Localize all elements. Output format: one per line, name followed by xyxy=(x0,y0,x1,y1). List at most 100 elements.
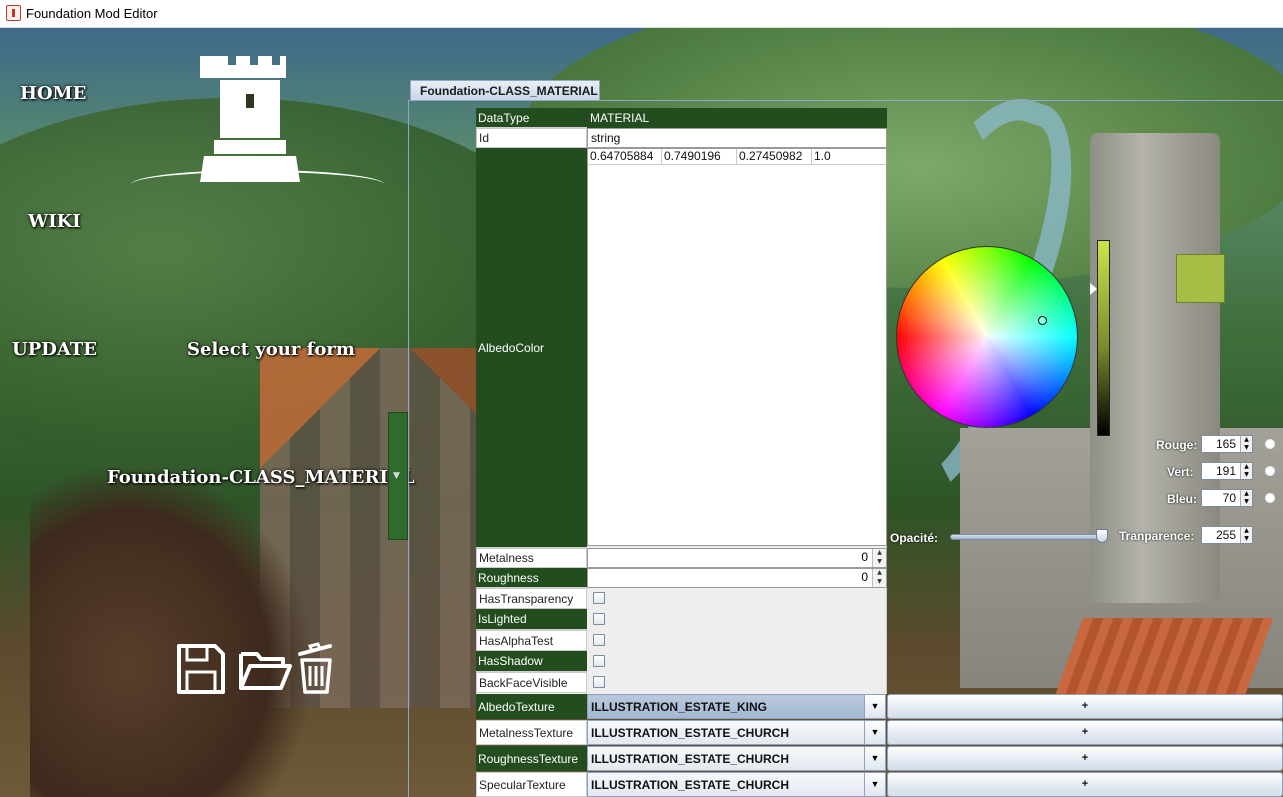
rouge-spinner[interactable]: 165 ▲ ▼ xyxy=(1201,435,1253,453)
spinner-down-icon[interactable]: ▼ xyxy=(873,578,886,587)
has-transparency-checkbox[interactable] xyxy=(593,592,605,604)
bleu-spinner[interactable]: 70 ▲ ▼ xyxy=(1201,489,1253,507)
roughness-spinner[interactable]: 0 ▲ ▼ xyxy=(587,568,887,588)
logo-horizon-arc xyxy=(130,170,385,200)
bleu-reset-icon[interactable] xyxy=(1264,492,1276,504)
tab-class-material[interactable]: Foundation-CLASS_MATERIAL xyxy=(410,80,600,100)
chevron-down-icon[interactable]: ▼ xyxy=(864,695,885,718)
specular-texture-select[interactable]: ILLUSTRATION_ESTATE_CHURCH ▼ xyxy=(587,772,886,797)
specular-texture-value: ILLUSTRATION_ESTATE_CHURCH xyxy=(591,778,789,792)
add-albedo-texture-button[interactable]: + xyxy=(887,694,1283,719)
property-table: DataType MATERIAL Id string AlbedoColor … xyxy=(476,108,887,694)
row-id: Id string xyxy=(476,128,887,148)
vert-spinner[interactable]: 191 ▲ ▼ xyxy=(1201,462,1253,480)
trash-icon[interactable] xyxy=(296,642,336,696)
row-metalness: Metalness 0 ▲ ▼ xyxy=(476,548,887,568)
roughness-texture-value: ILLUSTRATION_ESTATE_CHURCH xyxy=(591,752,789,766)
chevron-down-icon: ▼ xyxy=(393,471,400,481)
spinner-up-icon[interactable]: ▲ xyxy=(1241,527,1252,535)
chevron-down-icon[interactable]: ▼ xyxy=(864,747,885,770)
albedo-texture-value: ILLUSTRATION_ESTATE_KING xyxy=(591,700,768,714)
spinner-up-icon[interactable]: ▲ xyxy=(1241,436,1252,444)
color-wheel-marker[interactable] xyxy=(1038,316,1047,325)
albedo-b-cell[interactable]: 0.27450982 xyxy=(737,149,812,164)
color-preview-swatch xyxy=(1176,254,1225,303)
add-roughness-texture-button[interactable]: + xyxy=(887,746,1283,771)
tab-separator xyxy=(408,100,1283,101)
transparence-spinner[interactable]: 255 ▲ ▼ xyxy=(1201,526,1253,544)
has-alpha-test-checkbox[interactable] xyxy=(593,634,605,646)
row-specular-texture: SpecularTexture ILLUSTRATION_ESTATE_CHUR… xyxy=(476,772,1283,797)
spinner-up-icon[interactable]: ▲ xyxy=(1241,463,1252,471)
floppy-disk-icon[interactable] xyxy=(175,642,227,696)
window-title-bar: Foundation Mod Editor xyxy=(0,0,1283,28)
nav-update[interactable]: UPDATE xyxy=(12,339,97,360)
albedo-texture-select[interactable]: ILLUSTRATION_ESTATE_KING ▼ xyxy=(587,694,886,719)
row-datatype: DataType MATERIAL xyxy=(476,108,887,128)
row-albedo-color: AlbedoColor 0.64705884 0.7490196 0.27450… xyxy=(476,148,887,548)
panel-border xyxy=(408,100,409,797)
select-form-label: Select your form xyxy=(187,339,355,360)
spinner-down-icon[interactable]: ▼ xyxy=(873,558,886,567)
is-lighted-label: IsLighted xyxy=(476,609,587,630)
row-has-shadow: HasShadow xyxy=(476,651,887,672)
spinner-down-icon[interactable]: ▼ xyxy=(1241,444,1252,452)
roughness-texture-label: RoughnessTexture xyxy=(476,746,587,771)
backface-visible-label: BackFaceVisible xyxy=(476,672,587,693)
row-is-lighted: IsLighted xyxy=(476,609,887,630)
has-shadow-checkbox[interactable] xyxy=(593,655,605,667)
window-title: Foundation Mod Editor xyxy=(26,6,158,21)
albedo-color-table[interactable]: 0.64705884 0.7490196 0.27450982 1.0 xyxy=(587,148,887,546)
has-shadow-label: HasShadow xyxy=(476,651,587,672)
brightness-thumb[interactable] xyxy=(1090,283,1097,295)
chevron-down-icon[interactable]: ▼ xyxy=(864,721,885,744)
vert-value: 191 xyxy=(1215,464,1236,478)
spinner-down-icon[interactable]: ▼ xyxy=(1241,535,1252,543)
albedo-r-cell[interactable]: 0.64705884 xyxy=(588,149,662,164)
albedo-g-cell[interactable]: 0.7490196 xyxy=(662,149,737,164)
chevron-down-icon[interactable]: ▼ xyxy=(864,773,885,796)
id-field[interactable]: string xyxy=(587,128,887,148)
form-select-value[interactable]: Foundation-CLASS_MATERIAL xyxy=(107,467,415,488)
row-albedo-texture: AlbedoTexture ILLUSTRATION_ESTATE_KING ▼… xyxy=(476,694,1283,719)
backface-visible-checkbox[interactable] xyxy=(593,676,605,688)
id-label: Id xyxy=(476,128,587,148)
specular-texture-label: SpecularTexture xyxy=(476,772,587,797)
metalness-texture-select[interactable]: ILLUSTRATION_ESTATE_CHURCH ▼ xyxy=(587,720,886,745)
add-metalness-texture-button[interactable]: + xyxy=(887,720,1283,745)
opacity-slider[interactable] xyxy=(950,534,1108,540)
color-wheel[interactable] xyxy=(896,246,1078,428)
spinner-down-icon[interactable]: ▼ xyxy=(1241,498,1252,506)
row-has-transparency: HasTransparency xyxy=(476,588,887,609)
vert-reset-icon[interactable] xyxy=(1264,465,1276,477)
spinner-down-icon[interactable]: ▼ xyxy=(1241,471,1252,479)
add-specular-texture-button[interactable]: + xyxy=(887,772,1283,797)
datatype-value: MATERIAL xyxy=(587,108,887,128)
metalness-spinner[interactable]: 0 ▲ ▼ xyxy=(587,548,887,568)
bleu-label: Bleu: xyxy=(1167,492,1197,506)
has-transparency-label: HasTransparency xyxy=(476,588,587,609)
roughness-texture-select[interactable]: ILLUSTRATION_ESTATE_CHURCH ▼ xyxy=(587,746,886,771)
opacity-slider-thumb[interactable] xyxy=(1096,529,1108,543)
nav-wiki[interactable]: WIKI xyxy=(28,211,81,232)
roughness-value: 0 xyxy=(861,570,868,584)
brightness-slider[interactable] xyxy=(1097,240,1110,436)
rouge-reset-icon[interactable] xyxy=(1264,438,1276,450)
form-select-dropdown[interactable]: ▼ xyxy=(388,412,408,540)
has-alpha-test-label: HasAlphaTest xyxy=(476,630,587,651)
nav-home[interactable]: HOME xyxy=(20,83,86,104)
albedo-color-label: AlbedoColor xyxy=(476,148,587,548)
folder-open-icon[interactable] xyxy=(238,642,293,696)
spinner-up-icon[interactable]: ▲ xyxy=(873,569,886,578)
metalness-texture-label: MetalnessTexture xyxy=(476,720,587,745)
spinner-up-icon[interactable]: ▲ xyxy=(1241,490,1252,498)
metalness-label: Metalness xyxy=(476,548,587,568)
albedo-a-cell[interactable]: 1.0 xyxy=(812,149,884,164)
rouge-label: Rouge: xyxy=(1156,438,1198,452)
datatype-label: DataType xyxy=(476,108,587,128)
vert-label: Vert: xyxy=(1167,465,1194,479)
rook-icon xyxy=(200,56,300,182)
opacity-label: Opacité: xyxy=(890,531,939,545)
spinner-up-icon[interactable]: ▲ xyxy=(873,549,886,558)
is-lighted-checkbox[interactable] xyxy=(593,613,605,625)
